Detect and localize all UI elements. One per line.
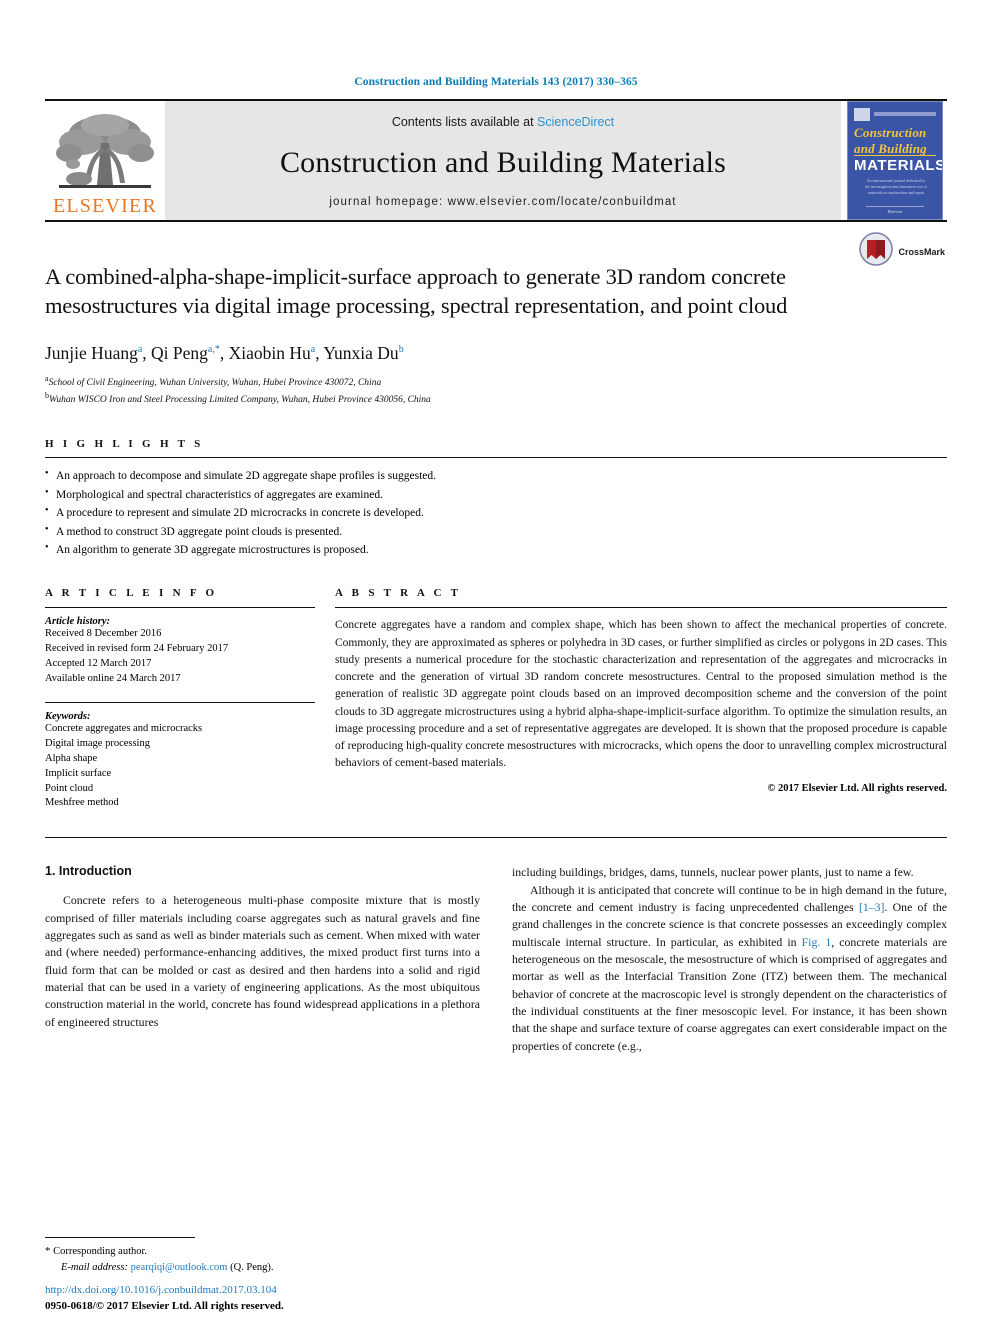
page-title: A combined-alpha-shape-implicit-surface …: [45, 264, 788, 319]
masthead-center: Contents lists available at ScienceDirec…: [165, 101, 841, 220]
affiliation-text: School of Civil Engineering, Wuhan Unive…: [48, 377, 382, 388]
author-affil-mark: a: [310, 343, 316, 355]
author-item[interactable]: Xiaobin Hua: [229, 343, 316, 363]
affiliation-item: aSchool of Civil Engineering, Wuhan Univ…: [45, 373, 947, 391]
journal-title: Construction and Building Materials: [279, 146, 727, 179]
author-item[interactable]: Junjie Huanga: [45, 343, 142, 363]
article-history-label: Article history:: [45, 616, 111, 628]
article-info-rule: [45, 607, 315, 609]
crossmark-icon: [859, 232, 894, 271]
doi-block: http://dx.doi.org/10.1016/j.conbuildmat.…: [45, 1283, 284, 1315]
email-owner: (Q. Peng).: [230, 1261, 274, 1273]
section-heading-introduction: 1. Introduction: [45, 864, 132, 879]
body-columns: 1. Introduction Concrete refers to a het…: [45, 864, 947, 1055]
author-affil-mark: a: [137, 343, 143, 355]
elsevier-logo[interactable]: ELSEVIER: [45, 101, 165, 220]
list-item: An approach to decompose and simulate 2D…: [45, 466, 947, 485]
author-item[interactable]: Qi Penga,*: [151, 343, 220, 363]
cover-title-line1: Construction: [854, 125, 927, 140]
keyword-item: Implicit surface: [45, 767, 112, 779]
figure-link[interactable]: Fig. 1: [802, 935, 832, 949]
body-column-left: 1. Introduction Concrete refers to a het…: [45, 864, 480, 1055]
footnote-block: * Corresponding author. E-mail address: …: [45, 1236, 465, 1275]
author-item[interactable]: Yunxia Dub: [323, 343, 403, 363]
article-info-heading: A R T I C L E I N F O: [45, 587, 218, 600]
article-history-item: Accepted 12 March 2017: [45, 658, 152, 670]
keywords-rule: [45, 701, 315, 703]
crossmark-badge[interactable]: CrossMark: [859, 232, 945, 271]
body-paragraph: Concrete refers to a heterogeneous multi…: [45, 893, 480, 1029]
journal-cover-thumbnail[interactable]: Construction and Building MATERIALS An i…: [847, 101, 947, 220]
keyword-item: Concrete aggregates and microcracks: [45, 722, 203, 734]
title-block: CrossMark A combined-alpha-shape-implici…: [45, 222, 947, 408]
elsevier-wordmark: ELSEVIER: [52, 195, 158, 217]
cover-top-bar: [874, 112, 936, 116]
article-history-item: Received 8 December 2016: [45, 628, 162, 640]
contents-available-line: Contents lists available at ScienceDirec…: [392, 115, 614, 129]
body-column-right: including buildings, bridges, dams, tunn…: [512, 864, 947, 1055]
highlights-rule: [45, 457, 947, 459]
info-abstract-row: A R T I C L E I N F O Article history: R…: [45, 587, 947, 811]
author-affil-mark: a,*: [207, 343, 220, 355]
list-item: A method to construct 3D aggregate point…: [45, 521, 947, 541]
author-affil-mark: b: [398, 343, 404, 355]
issn-copyright-line: 0950-0618/© 2017 Elsevier Ltd. All right…: [45, 1300, 284, 1313]
article-info-section: A R T I C L E I N F O Article history: R…: [45, 587, 325, 811]
list-item: A procedure to represent and simulate 2D…: [45, 503, 947, 522]
keyword-item: Meshfree method: [45, 797, 119, 809]
body-separator-rule: [45, 837, 947, 839]
abstract-rule: [335, 607, 947, 609]
body-paragraph: Although it is anticipated that concrete…: [512, 882, 947, 1055]
body-paragraph: including buildings, bridges, dams, tunn…: [512, 865, 914, 880]
contents-prefix: Contents lists available at: [391, 115, 538, 129]
paragraph-text: , concrete materials are heterogeneous o…: [512, 934, 947, 1053]
cover-bottom-divider: [866, 206, 924, 207]
highlights-heading: H I G H L I G H T S: [45, 438, 204, 451]
author-name: Yunxia Du: [323, 342, 399, 363]
footnote-rule: [45, 1236, 195, 1238]
list-item: Morphological and spectral characteristi…: [45, 485, 947, 504]
journal-homepage-link[interactable]: journal homepage: www.elsevier.com/locat…: [329, 196, 676, 208]
corresponding-author-line: * Corresponding author.: [45, 1244, 465, 1260]
cover-divider: [854, 155, 936, 156]
abstract-text: Concrete aggregates have a random and co…: [335, 619, 947, 770]
cover-title-line2: and Building: [854, 141, 927, 156]
affiliation-item: bWuhan WISCO Iron and Steel Processing L…: [45, 390, 947, 408]
email-line: E-mail address: pearqiqi@outlook.com (Q.…: [45, 1260, 465, 1275]
crossmark-label: CrossMark: [898, 246, 945, 257]
cover-elsevier-mark: [854, 108, 870, 121]
corresponding-author-text: Corresponding author.: [53, 1245, 148, 1257]
cover-blurb: An international journal dedicated to th…: [865, 178, 927, 196]
doi-link[interactable]: http://dx.doi.org/10.1016/j.conbuildmat.…: [45, 1283, 284, 1299]
keyword-item: Digital image processing: [45, 737, 150, 749]
keyword-item: Alpha shape: [45, 752, 98, 764]
abstract-heading: A B S T R A C T: [335, 587, 462, 600]
article-page: Construction and Building Materials 143 …: [0, 0, 992, 1323]
highlights-section: H I G H L I G H T S An approach to decom…: [45, 438, 947, 559]
journal-masthead: ELSEVIER Contents lists available at Sci…: [45, 101, 947, 220]
keyword-item: Point cloud: [45, 782, 94, 794]
citation-link[interactable]: [1–3]: [859, 900, 885, 914]
affiliation-text: Wuhan WISCO Iron and Steel Processing Li…: [49, 395, 431, 406]
email-label: E-mail address:: [61, 1261, 128, 1273]
running-head: Construction and Building Materials 143 …: [354, 76, 638, 88]
sciencedirect-link[interactable]: ScienceDirect: [537, 115, 614, 129]
elsevier-tree-icon: [53, 109, 157, 195]
author-list: Junjie Huanga, Qi Penga,*, Xiaobin Hua, …: [45, 342, 404, 363]
highlights-list: An approach to decompose and simulate 2D…: [45, 466, 947, 559]
article-history-item: Available online 24 March 2017: [45, 673, 181, 685]
email-link[interactable]: pearqiqi@outlook.com: [131, 1262, 228, 1273]
cover-footer: Elsevier: [887, 209, 903, 214]
abstract-section: A B S T R A C T Concrete aggregates have…: [325, 587, 947, 811]
keywords-label: Keywords:: [45, 710, 91, 722]
corresponding-author-mark: *: [45, 1244, 51, 1257]
abstract-copyright: © 2017 Elsevier Ltd. All rights reserved…: [767, 782, 947, 794]
author-name: Junjie Huang: [45, 342, 138, 363]
author-name: Qi Peng: [151, 342, 208, 363]
cover-title-line3: MATERIALS: [854, 157, 943, 174]
affiliation-list: aSchool of Civil Engineering, Wuhan Univ…: [45, 373, 947, 409]
list-item: An algorithm to generate 3D aggregate mi…: [45, 540, 947, 559]
article-history-item: Received in revised form 24 February 201…: [45, 643, 229, 655]
author-name: Xiaobin Hu: [228, 342, 311, 363]
